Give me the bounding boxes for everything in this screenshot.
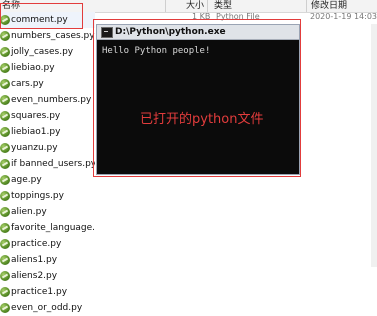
python-file-icon <box>0 47 10 57</box>
file-row[interactable]: aliens2.py <box>0 268 95 284</box>
python-file-icon <box>0 159 10 169</box>
file-name: toppings.py <box>11 191 64 201</box>
file-list: comment.py numbers_cases.py jolly_cases.p… <box>0 12 95 316</box>
python-file-icon <box>0 175 10 185</box>
vertical-scrollbar[interactable] <box>371 24 377 267</box>
file-name: liebiao1.py <box>11 127 61 137</box>
python-file-icon <box>0 31 10 41</box>
file-row[interactable]: numbers_cases.py <box>0 28 95 44</box>
file-row[interactable]: age.py <box>0 172 95 188</box>
file-row[interactable]: favorite_language.py <box>0 220 95 236</box>
column-separator[interactable] <box>306 0 307 12</box>
file-row[interactable]: alien.py <box>0 204 95 220</box>
first-row-details: 1 KB Python File 2020-1-19 14:03 <box>100 12 377 22</box>
file-name: jolly_cases.py <box>11 47 74 57</box>
column-separator[interactable] <box>165 0 166 12</box>
file-name: practice1.py <box>11 287 68 297</box>
file-type: Python File <box>216 12 260 21</box>
file-row[interactable]: practice.py <box>0 236 95 252</box>
python-file-icon <box>0 111 10 121</box>
file-row[interactable]: squares.py <box>0 108 95 124</box>
console-icon <box>101 27 113 38</box>
file-row-comment[interactable]: comment.py <box>0 12 95 28</box>
python-file-icon <box>0 223 10 233</box>
file-row[interactable]: toppings.py <box>0 188 95 204</box>
file-modified: 2020-1-19 14:03 <box>310 12 377 21</box>
file-row[interactable]: if banned_users.py <box>0 156 95 172</box>
python-file-icon <box>0 63 10 73</box>
file-name: aliens2.py <box>11 271 58 281</box>
file-row[interactable]: even_numbers.py <box>0 92 95 108</box>
file-name: comment.py <box>11 15 68 25</box>
python-console-window[interactable]: D:\Python\python.exe Hello Python people… <box>96 24 300 175</box>
file-row[interactable]: liebiao.py <box>0 60 95 76</box>
python-file-icon <box>0 127 10 137</box>
console-title: D:\Python\python.exe <box>115 27 226 37</box>
file-name: yuanzu.py <box>11 143 58 153</box>
file-name: if banned_users.py <box>11 159 95 169</box>
column-modified-header[interactable]: 修改日期 <box>311 0 347 12</box>
file-name: favorite_language.py <box>11 223 95 233</box>
python-file-icon <box>0 239 10 249</box>
python-file-icon <box>0 255 10 265</box>
file-name: numbers_cases.py <box>11 31 95 41</box>
file-name: alien.py <box>11 207 47 217</box>
file-row[interactable]: practice1.py <box>0 284 95 300</box>
file-row[interactable]: liebiao1.py <box>0 124 95 140</box>
file-name: even_numbers.py <box>11 95 92 105</box>
python-file-icon <box>0 15 10 25</box>
file-name: liebiao.py <box>11 63 55 73</box>
column-size-header[interactable]: 大小 <box>186 0 204 12</box>
python-file-icon <box>0 303 10 313</box>
column-separator[interactable] <box>207 0 208 12</box>
file-name: squares.py <box>11 111 61 121</box>
python-file-icon <box>0 191 10 201</box>
python-file-icon <box>0 207 10 217</box>
column-type-header[interactable]: 类型 <box>214 0 232 12</box>
file-row[interactable]: aliens1.py <box>0 252 95 268</box>
file-name: aliens1.py <box>11 255 58 265</box>
file-name: age.py <box>11 175 42 185</box>
file-row[interactable]: yuanzu.py <box>0 140 95 156</box>
annotation-caption: 已打开的python文件 <box>140 112 264 127</box>
python-file-icon <box>0 143 10 153</box>
column-name-header[interactable]: 名称 <box>2 0 20 12</box>
python-file-icon <box>0 95 10 105</box>
file-name: even_or_odd.py <box>11 303 83 313</box>
file-row[interactable]: even_or_odd.py <box>0 300 95 316</box>
file-size: 1 KB <box>192 12 211 21</box>
python-file-icon <box>0 287 10 297</box>
python-file-icon <box>0 79 10 89</box>
file-name: practice.py <box>11 239 62 249</box>
file-name: cars.py <box>11 79 44 89</box>
file-row[interactable]: jolly_cases.py <box>0 44 95 60</box>
console-titlebar[interactable]: D:\Python\python.exe <box>97 25 299 40</box>
python-file-icon <box>0 271 10 281</box>
console-output: Hello Python people! <box>102 46 211 56</box>
file-row[interactable]: cars.py <box>0 76 95 92</box>
